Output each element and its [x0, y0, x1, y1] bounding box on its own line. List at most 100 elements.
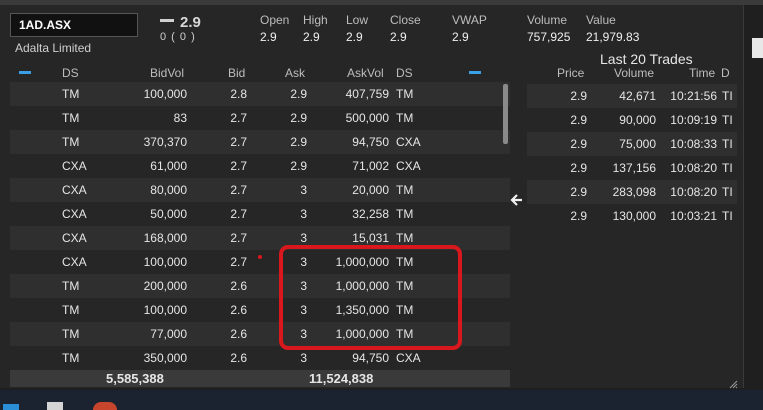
total-bidvol: 5,585,388	[106, 371, 164, 386]
cell-ds-bid: TM	[62, 327, 80, 341]
company-name: Adalta Limited	[15, 41, 92, 55]
last-price: 2.9	[180, 14, 201, 31]
cell-ds-ask: CXA	[396, 135, 421, 149]
collapse-asks-icon[interactable]	[469, 71, 481, 74]
cell-trade-extra: TI	[722, 161, 733, 175]
trade-row[interactable]: 2.9 130,000 10:03:21 TI	[527, 204, 737, 228]
depth-row[interactable]: CXA 50,000 2.7 3 32,258 TM	[10, 202, 510, 226]
cell-askvol: 94,750	[352, 135, 389, 149]
cell-trade-time: 10:03:21	[670, 209, 717, 223]
cell-trade-time: 10:09:19	[670, 113, 717, 127]
taskbar-calendar-icon[interactable]	[47, 402, 63, 410]
cell-bid: 2.6	[230, 351, 247, 365]
arrow-left-icon[interactable]	[509, 192, 523, 208]
depth-row[interactable]: TM 100,000 2.8 2.9 407,759 TM	[10, 82, 510, 106]
cell-trade-volume: 75,000	[619, 137, 656, 151]
total-askvol: 11,524,838	[309, 371, 374, 386]
header-trade-extra: D	[721, 66, 730, 80]
cell-trade-volume: 42,671	[619, 89, 656, 103]
cell-ds-bid: TM	[62, 111, 80, 125]
cell-bidvol: 50,000	[150, 207, 187, 221]
cell-bidvol: 168,000	[143, 231, 187, 245]
cell-trade-volume: 283,098	[612, 185, 656, 199]
cell-bid: 2.6	[230, 327, 247, 341]
cell-ask: 3	[300, 183, 307, 197]
cell-bid: 2.6	[230, 303, 247, 317]
taskbar-browser-icon[interactable]	[93, 402, 117, 410]
cell-askvol: 20,000	[352, 183, 389, 197]
cell-trade-volume: 90,000	[619, 113, 656, 127]
cell-trade-price: 2.9	[570, 209, 587, 223]
adjacent-panel-edge	[743, 5, 763, 388]
header-askvol: AskVol	[347, 66, 384, 80]
trade-row[interactable]: 2.9 42,671 10:21:56 TI	[527, 84, 737, 108]
cell-trade-price: 2.9	[570, 137, 587, 151]
cell-bid: 2.7	[230, 159, 247, 173]
annotation-highlight-box	[279, 245, 462, 350]
cell-askvol: 15,031	[352, 231, 389, 245]
cell-ds-bid: CXA	[62, 159, 87, 173]
cell-ask: 3	[300, 351, 307, 365]
trade-row[interactable]: 2.9 90,000 10:09:19 TI	[527, 108, 737, 132]
cell-ds-bid: TM	[62, 351, 80, 365]
depth-row[interactable]: TM 370,370 2.7 2.9 94,750 CXA	[10, 130, 510, 154]
cell-ds-bid: TM	[62, 135, 80, 149]
cell-bid: 2.8	[230, 87, 247, 101]
cell-askvol: 71,002	[352, 159, 389, 173]
cell-trade-volume: 137,156	[612, 161, 656, 175]
trades-title: Last 20 Trades	[600, 51, 693, 67]
trade-row[interactable]: 2.9 75,000 10:08:33 TI	[527, 132, 737, 156]
close-label: Close	[390, 13, 421, 27]
symbol-input[interactable]: 1AD.ASX	[10, 13, 138, 37]
cell-askvol: 94,750	[352, 351, 389, 365]
depth-row[interactable]: CXA 61,000 2.7 2.9 71,002 CXA	[10, 154, 510, 178]
cell-bid: 2.7	[230, 207, 247, 221]
cell-bid: 2.7	[230, 255, 247, 269]
trade-row[interactable]: 2.9 283,098 10:08:20 TI	[527, 180, 737, 204]
cell-trade-time: 10:08:20	[670, 161, 717, 175]
taskbar-app-icon[interactable]	[3, 404, 19, 410]
cell-bidvol: 100,000	[143, 87, 187, 101]
low-value: 2.9	[346, 30, 363, 44]
high-label: High	[303, 13, 328, 27]
cell-trade-extra: TI	[722, 113, 733, 127]
open-value: 2.9	[260, 30, 277, 44]
adjacent-panel-input[interactable]	[752, 38, 763, 58]
header-trade-price: Price	[557, 66, 585, 80]
price-change: 0 ( 0 )	[160, 31, 196, 43]
cell-bid: 2.7	[230, 183, 247, 197]
low-label: Low	[346, 13, 369, 27]
cell-ds-bid: CXA	[62, 255, 87, 269]
depth-totals-bar	[10, 370, 510, 387]
trade-row[interactable]: 2.9 137,156 10:08:20 TI	[527, 156, 737, 180]
cell-askvol: 32,258	[352, 207, 389, 221]
header-trade-volume: Volume	[614, 66, 655, 80]
cell-ds-ask: TM	[396, 231, 414, 245]
cell-bidvol: 77,000	[150, 327, 187, 341]
vwap-value: 2.9	[452, 30, 469, 44]
cell-bid: 2.7	[230, 135, 247, 149]
cell-ds-ask: TM	[396, 111, 414, 125]
cell-bidvol: 100,000	[143, 255, 187, 269]
cell-ds-bid: CXA	[62, 207, 87, 221]
depth-row[interactable]: CXA 80,000 2.7 3 20,000 TM	[10, 178, 510, 202]
resize-grip-icon[interactable]	[728, 379, 738, 389]
cell-ask: 3	[300, 231, 307, 245]
cell-trade-extra: TI	[722, 137, 733, 151]
cell-ds-bid: TM	[62, 303, 80, 317]
cell-trade-price: 2.9	[570, 89, 587, 103]
cell-askvol: 500,000	[345, 111, 389, 125]
cell-trade-extra: TI	[722, 185, 733, 199]
depth-scrollbar[interactable]	[503, 84, 508, 144]
volume-label: Volume	[527, 13, 568, 27]
cell-bidvol: 350,000	[143, 351, 187, 365]
cell-bidvol: 200,000	[143, 279, 187, 293]
depth-row[interactable]: TM 83 2.7 2.9 500,000 TM	[10, 106, 510, 130]
cell-ask: 2.9	[290, 135, 307, 149]
cell-trade-time: 10:08:33	[670, 137, 717, 151]
cell-ds-bid: TM	[62, 279, 80, 293]
collapse-bids-icon[interactable]	[19, 71, 31, 74]
cell-bidvol: 61,000	[150, 159, 187, 173]
cell-trade-extra: TI	[722, 89, 733, 103]
open-label: Open	[260, 13, 290, 27]
